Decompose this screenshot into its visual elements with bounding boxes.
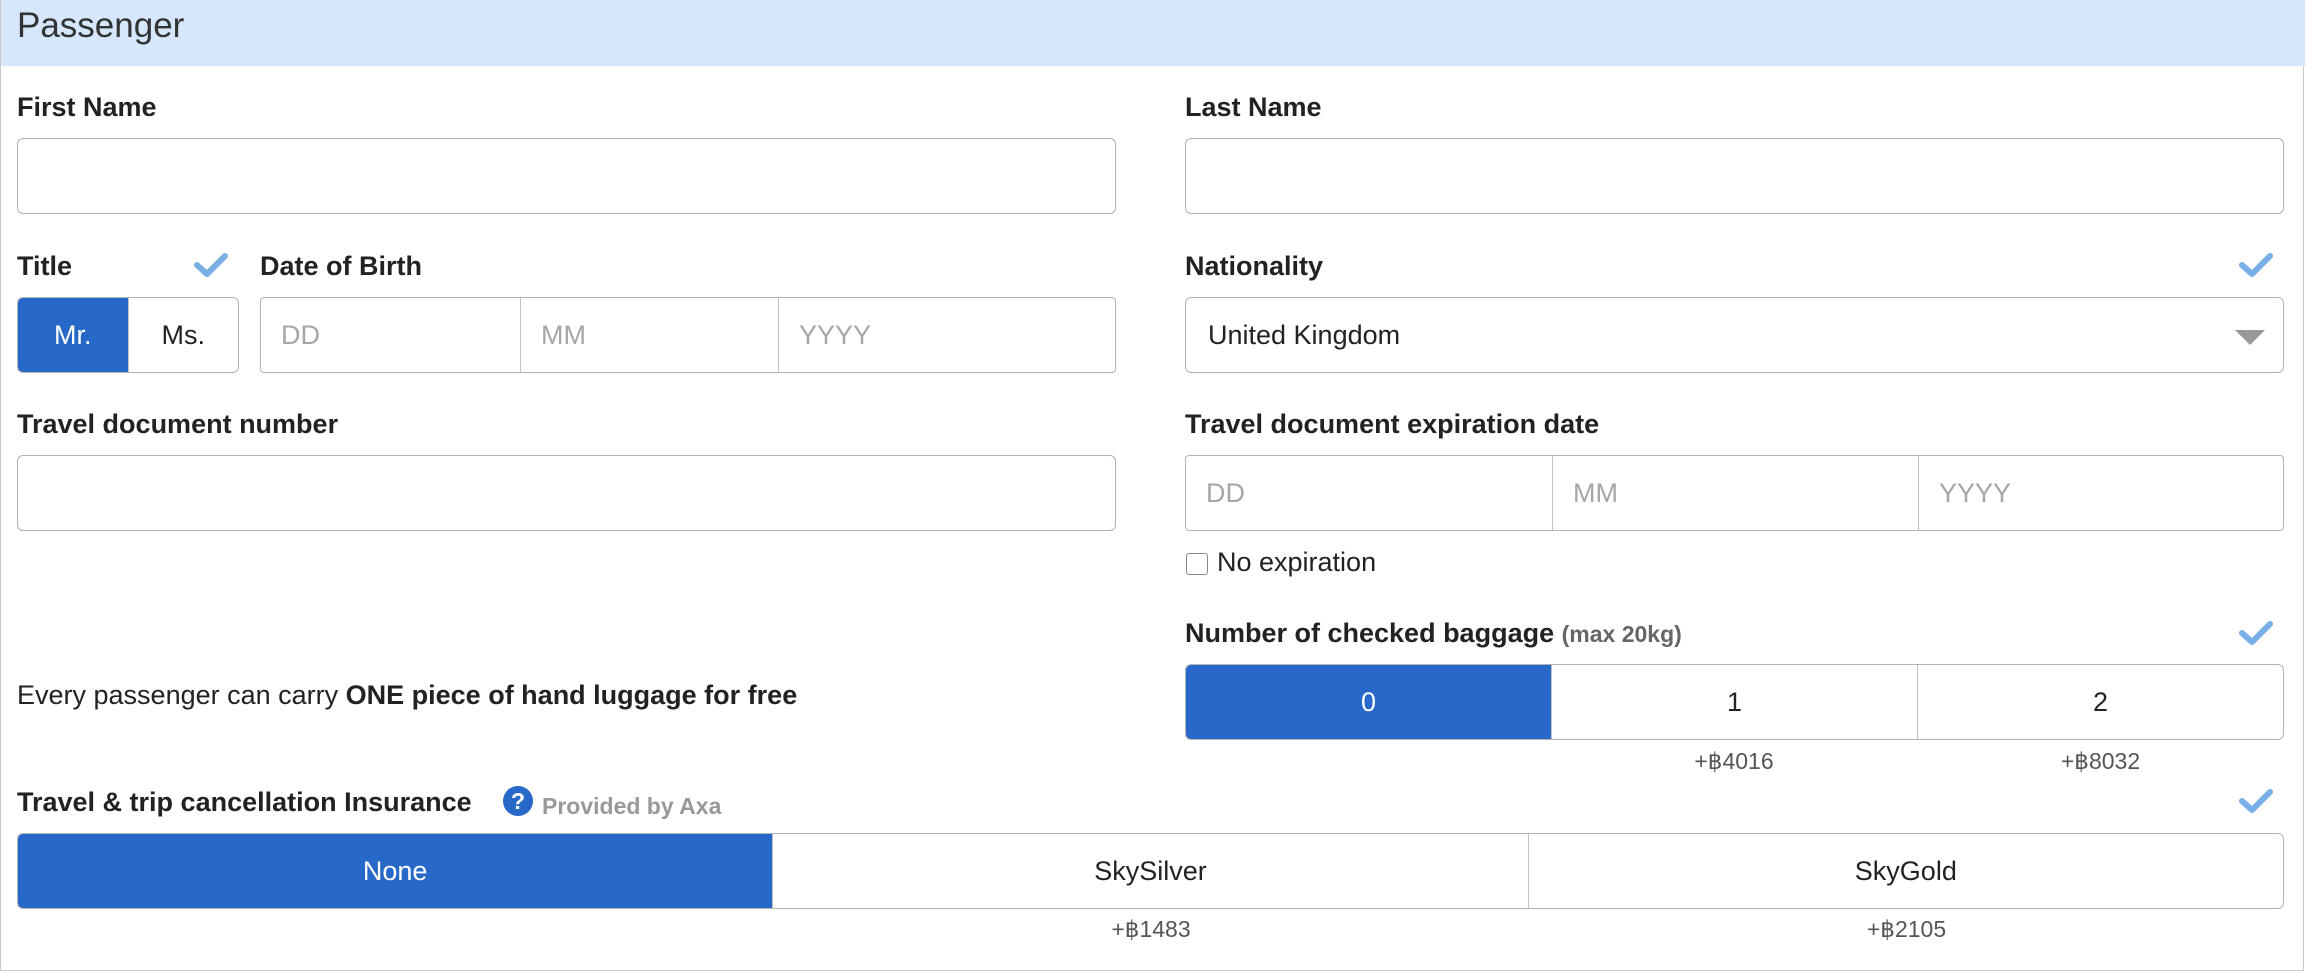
travel-doc-label: Travel document number xyxy=(17,409,339,439)
insurance-option-skysilver[interactable]: SkySilver xyxy=(772,834,1527,908)
baggage-selector: 0 1 2 xyxy=(1185,664,2284,740)
title-valid-check-icon xyxy=(194,253,228,277)
section-header: Passenger xyxy=(1,0,2305,66)
question-circle-icon[interactable]: ? xyxy=(503,786,533,816)
insurance-provider-wrap: Provided by Axa xyxy=(542,790,721,821)
dob-year-input[interactable]: YYYY xyxy=(778,298,1115,372)
insurance-label: Travel & trip cancellation Insurance xyxy=(17,787,472,817)
insurance-provider: Provided by Axa xyxy=(542,793,722,819)
nationality-value: United Kingdom xyxy=(1208,319,1401,350)
baggage-label-text: Number of checked baggage xyxy=(1185,618,1555,648)
dob-input-group: DD MM YYYY xyxy=(260,297,1116,373)
title-option-ms[interactable]: Ms. xyxy=(127,298,239,372)
hand-luggage-note: Every passenger can carry ONE piece of h… xyxy=(17,680,797,711)
last-name-input[interactable] xyxy=(1185,138,2284,214)
baggage-note: (max 20kg) xyxy=(1561,621,1682,647)
passenger-panel: Passenger First Name Last Name Title Mr.… xyxy=(0,0,2305,971)
hand-luggage-emphasis: ONE piece of hand luggage for free xyxy=(345,680,798,710)
dob-label: Date of Birth xyxy=(260,251,422,281)
first-name-label: First Name xyxy=(17,92,157,122)
no-expiration-checkbox[interactable] xyxy=(1186,553,1208,575)
baggage-price-2: +฿8032 xyxy=(2060,748,2141,774)
first-name-input[interactable] xyxy=(17,138,1116,214)
title-label: Title xyxy=(17,251,73,281)
nationality-valid-check-icon xyxy=(2239,253,2273,277)
baggage-option-0[interactable]: 0 xyxy=(1186,665,1551,739)
insurance-price-skygold: +฿2105 xyxy=(1866,916,1947,942)
last-name-label: Last Name xyxy=(1185,92,1322,122)
section-title: Passenger xyxy=(17,6,185,45)
insurance-option-none[interactable]: None xyxy=(18,834,773,908)
nationality-select[interactable]: United Kingdom xyxy=(1185,297,2284,373)
title-selector: Mr. Ms. xyxy=(17,297,239,373)
doc-expiry-label: Travel document expiration date xyxy=(1185,409,1600,439)
nationality-label: Nationality xyxy=(1185,251,1324,281)
doc-expiry-month-input[interactable]: MM xyxy=(1552,456,1918,530)
dob-month-input[interactable]: MM xyxy=(520,298,778,372)
baggage-price-1: +฿4016 xyxy=(1694,748,1774,774)
chevron-down-icon xyxy=(2235,330,2265,345)
doc-expiry-day-input[interactable]: DD xyxy=(1186,456,1552,530)
no-expiration-label: No expiration xyxy=(1217,547,1377,577)
doc-expiry-year-input[interactable]: YYYY xyxy=(1918,456,2283,530)
baggage-valid-check-icon xyxy=(2239,621,2273,645)
insurance-price-skysilver: +฿1483 xyxy=(1111,916,1191,942)
baggage-option-2[interactable]: 2 xyxy=(1917,665,2283,739)
dob-day-input[interactable]: DD xyxy=(261,298,520,372)
baggage-option-1[interactable]: 1 xyxy=(1551,665,1917,739)
title-option-mr[interactable]: Mr. xyxy=(18,298,128,372)
insurance-selector: None SkySilver SkyGold xyxy=(17,833,2284,909)
travel-doc-input[interactable] xyxy=(17,455,1116,531)
baggage-label: Number of checked baggage (max 20kg) xyxy=(1185,618,1682,649)
hand-luggage-prefix: Every passenger can carry xyxy=(17,680,346,710)
insurance-option-skygold[interactable]: SkyGold xyxy=(1527,834,2283,908)
doc-expiry-input-group: DD MM YYYY xyxy=(1185,455,2284,531)
insurance-valid-check-icon xyxy=(2239,789,2273,813)
